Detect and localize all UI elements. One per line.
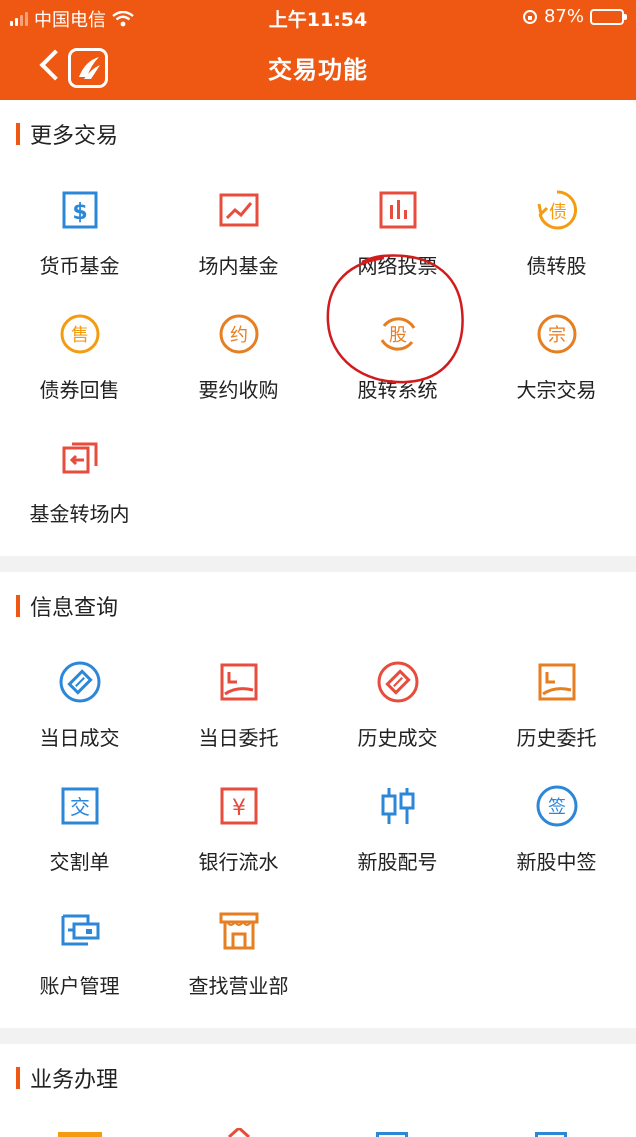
- menu-item-share-transfer-system[interactable]: 股 股转系统: [318, 312, 477, 403]
- battery-percent: 87%: [543, 6, 584, 27]
- bar-chart-icon: [379, 191, 416, 229]
- trend-chart-icon: [219, 193, 258, 227]
- menu-item-debt-to-equity[interactable]: 债 债转股: [477, 188, 636, 279]
- bond-circle-icon: 债: [537, 190, 577, 230]
- menu-item-block-trade[interactable]: 宗 大宗交易: [477, 312, 636, 403]
- svg-text:宗: 宗: [548, 325, 566, 346]
- share-cycle-icon: 股: [380, 317, 415, 351]
- storefront-icon: [219, 912, 258, 950]
- sell-circle-icon: 售: [60, 314, 99, 354]
- partial-icon: [227, 1128, 251, 1137]
- offer-circle-icon: 约: [219, 314, 258, 354]
- entrust-doc-icon: [538, 663, 575, 701]
- sign-circle-icon: 签: [536, 785, 577, 827]
- menu-item-find-branch[interactable]: 查找营业部: [159, 908, 318, 999]
- menu-item-bank-statement[interactable]: ¥ 银行流水: [159, 784, 318, 875]
- menu-item-ipo-lottery[interactable]: 签 新股中签: [477, 784, 636, 875]
- candlestick-icon: [381, 788, 414, 824]
- bulk-circle-icon: 宗: [537, 314, 576, 354]
- menu-item-tender-offer[interactable]: 约 要约收购: [159, 312, 318, 403]
- yuan-doc-icon: ¥: [220, 787, 257, 825]
- svg-text:债: 债: [549, 202, 567, 223]
- rotation-lock-icon: [522, 9, 537, 24]
- svg-text:签: 签: [548, 797, 566, 818]
- dollar-square-icon: $: [62, 191, 97, 229]
- section-business: 业务办理: [0, 1044, 636, 1137]
- menu-item-history-deals[interactable]: 历史成交: [318, 660, 477, 751]
- menu-item-online-voting[interactable]: 网络投票: [318, 188, 477, 279]
- section-title: 信息查询: [30, 596, 119, 621]
- menu-item-today-deals[interactable]: 当日成交: [0, 660, 159, 751]
- menu-item-delivery-slip[interactable]: 交 交割单: [0, 784, 159, 875]
- gavel-circle-icon: [377, 661, 418, 703]
- account-card-icon: [61, 914, 99, 946]
- svg-text:售: 售: [71, 325, 89, 346]
- page-title: 交易功能: [268, 56, 368, 84]
- partial-icon: [376, 1132, 408, 1137]
- menu-item-exchange-fund[interactable]: 场内基金: [159, 188, 318, 279]
- section-title: 业务办理: [30, 1068, 119, 1093]
- menu-item-money-fund[interactable]: $ 货币基金: [0, 188, 159, 279]
- partial-icon: [58, 1132, 102, 1137]
- section-more-trading: 更多交易 $ 货币基金 场内基金 网络投票 债 债转股 售 债券回售 约 要约收…: [0, 100, 636, 556]
- svg-text:$: $: [72, 200, 87, 225]
- menu-item-bond-putback[interactable]: 售 债券回售: [0, 312, 159, 403]
- svg-text:¥: ¥: [232, 796, 246, 821]
- section-title: 更多交易: [30, 124, 119, 149]
- transfer-icon: [62, 442, 97, 474]
- section-info-query: 信息查询 当日成交 当日委托 历史成交 历史委托 交 交割单 ¥ 银行流水 新股…: [0, 572, 636, 1028]
- nav-bar: 交易功能: [0, 34, 636, 100]
- menu-item-account-management[interactable]: 账户管理: [0, 908, 159, 999]
- menu-item-fund-to-exchange[interactable]: 基金转场内: [0, 436, 159, 527]
- partial-icon: [535, 1132, 567, 1137]
- gavel-circle-icon: [59, 661, 100, 703]
- svg-text:约: 约: [230, 325, 248, 346]
- menu-item-history-orders[interactable]: 历史委托: [477, 660, 636, 751]
- menu-item-ipo-numbers[interactable]: 新股配号: [318, 784, 477, 875]
- status-bar: 中国电信 上午11:54 87%: [0, 0, 636, 34]
- top-bar: 中国电信 上午11:54 87% 交易功能: [0, 0, 636, 100]
- svg-text:交: 交: [70, 795, 90, 819]
- entrust-doc-icon: [220, 663, 257, 701]
- battery-icon: [590, 8, 627, 25]
- svg-text:股: 股: [389, 325, 407, 346]
- delivery-doc-icon: 交: [61, 787, 98, 825]
- menu-item-today-orders[interactable]: 当日委托: [159, 660, 318, 751]
